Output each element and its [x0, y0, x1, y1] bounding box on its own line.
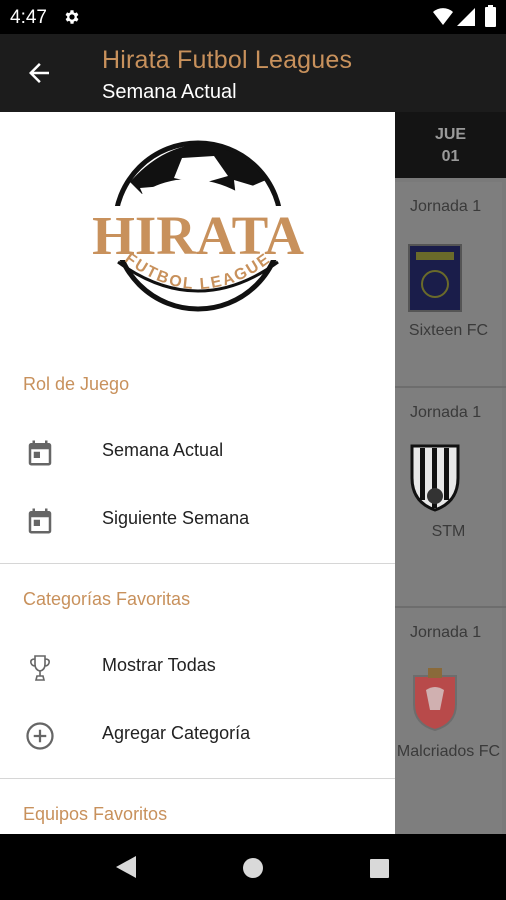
logo-wordmark: HIRATA	[92, 205, 304, 266]
match-jornada: Jornada 1	[410, 404, 482, 421]
status-bar: 4:47	[0, 0, 506, 34]
signal-icon	[457, 8, 475, 26]
menu-item-label: Siguiente Semana	[102, 508, 250, 528]
app-bar: Hirata Futbol Leagues Semana Actual	[0, 34, 506, 112]
menu-item-mostrar-todas[interactable]: Mostrar Todas	[0, 633, 395, 699]
add-circle-icon	[26, 722, 54, 750]
app-subtitle: Semana Actual	[102, 81, 237, 103]
app-title: Hirata Futbol Leagues	[102, 46, 353, 74]
section-header-categorias-favoritas: Categorías Favoritas	[23, 589, 191, 609]
day-tab-date: 01	[441, 148, 460, 165]
menu-item-label: Mostrar Todas	[102, 655, 216, 675]
nav-home-icon[interactable]	[243, 858, 263, 878]
day-tab[interactable]: JUE 01	[395, 112, 506, 178]
nav-back-icon[interactable]	[116, 856, 136, 878]
match-jornada: Jornada 1	[410, 624, 482, 641]
menu-item-siguiente-semana[interactable]: Siguiente Semana	[0, 486, 395, 552]
match-team: Sixteen FC	[408, 322, 489, 339]
drawer-divider	[0, 778, 395, 779]
menu-item-label: Agregar Categoría	[102, 723, 251, 743]
match-jornada: Jornada 1	[410, 198, 482, 215]
nav-recents-icon[interactable]	[370, 859, 389, 878]
hirata-logo: HIRATA FUTBOL LEAGUE	[78, 140, 318, 312]
status-time: 4:47	[10, 7, 47, 28]
section-header-rol-de-juego: Rol de Juego	[23, 374, 130, 394]
back-arrow-icon[interactable]	[24, 58, 54, 88]
settings-gear-icon	[65, 10, 79, 24]
team-crest-icon	[413, 668, 457, 732]
navigation-drawer: HIRATA FUTBOL LEAGUE Rol de Juego Semana…	[0, 112, 395, 834]
menu-item-semana-actual[interactable]: Semana Actual	[0, 418, 395, 484]
menu-item-label: Semana Actual	[102, 440, 224, 460]
match-card[interactable]: Jornada 1 Sixteen FC	[395, 182, 502, 386]
drawer-divider	[0, 563, 395, 564]
match-card[interactable]: Jornada 1 Malcriados FC	[395, 608, 502, 834]
match-card[interactable]: Jornada 1 STM	[395, 388, 502, 606]
match-team: STM	[431, 523, 466, 540]
team-crest-icon	[408, 244, 462, 312]
menu-item-agregar-categoria[interactable]: Agregar Categoría	[0, 701, 395, 767]
calendar-icon	[28, 508, 52, 534]
trophy-icon	[30, 655, 50, 681]
calendar-icon	[28, 440, 52, 466]
battery-icon	[485, 5, 496, 27]
section-header-equipos-favoritos: Equipos Favoritos	[23, 804, 168, 824]
match-team: Malcriados FC	[396, 743, 501, 760]
system-nav-bar	[0, 834, 506, 900]
team-crest-icon	[410, 444, 460, 512]
day-tab-day: JUE	[434, 126, 467, 143]
wifi-icon	[433, 8, 453, 25]
